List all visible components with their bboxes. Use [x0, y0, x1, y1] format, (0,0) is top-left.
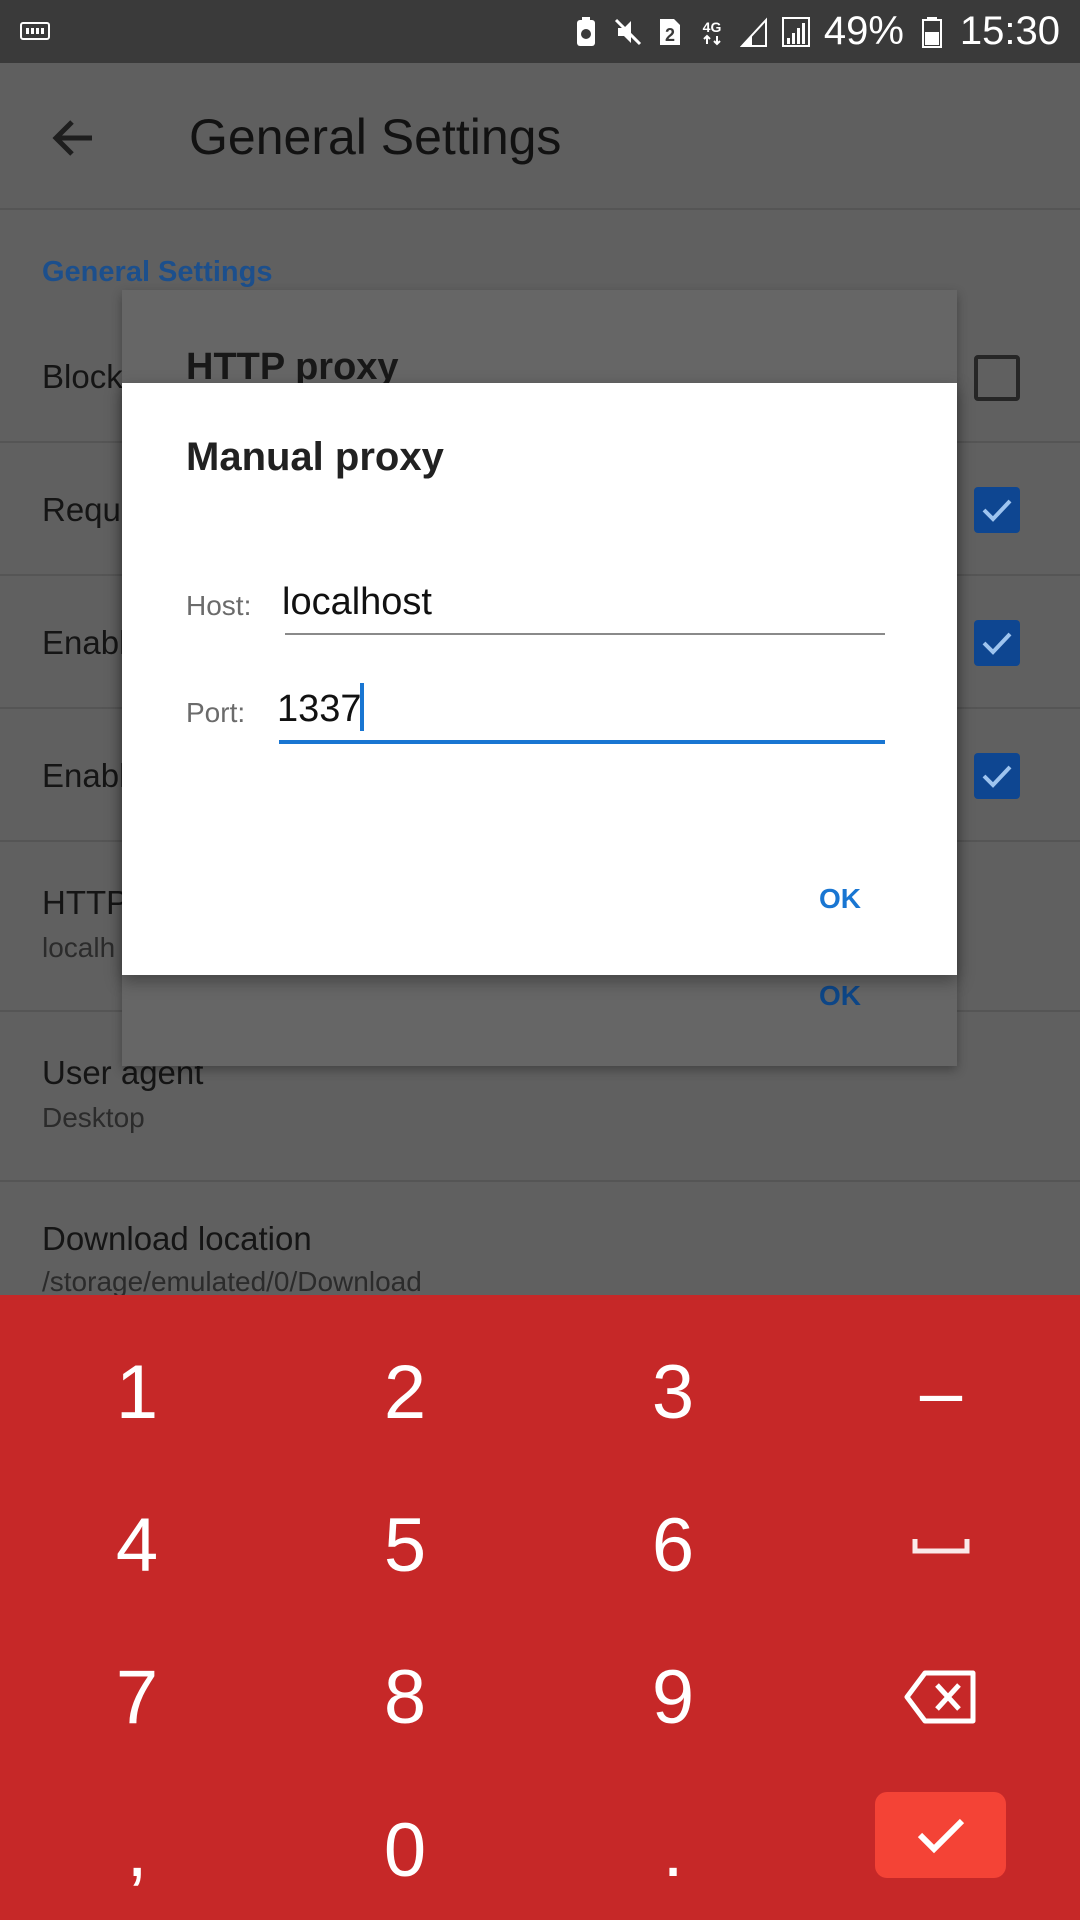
key-1[interactable]: 1 [3, 1317, 271, 1467]
row-subtitle: Desktop [42, 1102, 145, 1133]
row-title: Enabl [42, 757, 127, 794]
check-icon [982, 765, 1012, 788]
port-label: Port: [186, 697, 246, 728]
host-underline [285, 633, 885, 635]
numeric-keypad: 1 2 3 – 4 5 6 7 8 9 , 0 . [0, 1295, 1080, 1920]
key-9[interactable]: 9 [539, 1622, 807, 1772]
ok-button[interactable]: OK [819, 883, 861, 915]
signal-icon [739, 16, 768, 48]
page-title: General Settings [189, 109, 562, 165]
key-6[interactable]: 6 [539, 1470, 807, 1620]
space-icon [912, 1539, 970, 1554]
key-comma[interactable]: , [3, 1775, 271, 1920]
done-button[interactable] [875, 1792, 1006, 1878]
dialog-title: Manual proxy [186, 435, 444, 479]
4g-data-icon: 4G [698, 16, 726, 48]
checkbox-checked[interactable] [974, 753, 1020, 799]
row-subtitle: /storage/emulated/0/Download [42, 1266, 422, 1297]
row-subtitle: localh [42, 932, 116, 963]
host-label: Host: [186, 590, 252, 621]
check-icon [982, 499, 1012, 522]
sim-2-icon: 2 [656, 16, 684, 48]
check-icon [917, 1818, 964, 1854]
svg-text:2: 2 [665, 25, 675, 45]
host-input[interactable] [282, 578, 882, 626]
arrow-back-icon[interactable] [48, 113, 98, 163]
status-icons: 2 4G 49% 15:30 [572, 0, 1060, 63]
key-3[interactable]: 3 [539, 1317, 807, 1467]
manual-proxy-dialog: Manual proxy Host: Port: OK [122, 383, 957, 975]
key-backspace[interactable] [807, 1622, 1075, 1772]
key-7[interactable]: 7 [3, 1622, 271, 1772]
check-icon [982, 632, 1012, 655]
battery-icon [918, 16, 946, 48]
settings-row-download-location[interactable]: Download location /storage/emulated/0/Do… [0, 1182, 1080, 1297]
section-title: General Settings [42, 256, 273, 288]
port-input[interactable] [277, 685, 882, 733]
battery-percent: 49% [823, 9, 904, 53]
backspace-icon [904, 1670, 976, 1724]
text-cursor [360, 683, 364, 731]
battery-saver-icon [572, 16, 600, 48]
key-4[interactable]: 4 [3, 1470, 271, 1620]
key-0[interactable]: 0 [271, 1775, 539, 1920]
ok-button[interactable]: OK [819, 980, 861, 1012]
status-bar: 2 4G 49% 15:30 [0, 0, 1080, 63]
keyboard-icon [20, 22, 50, 40]
row-title: Download location [42, 1220, 312, 1257]
row-title: Block [42, 358, 123, 395]
key-space[interactable] [807, 1470, 1075, 1620]
key-2[interactable]: 2 [271, 1317, 539, 1467]
key-8[interactable]: 8 [271, 1622, 539, 1772]
key-minus[interactable]: – [807, 1317, 1075, 1467]
checkbox-checked[interactable] [974, 620, 1020, 666]
svg-text:4G: 4G [702, 19, 721, 35]
app-bar: General Settings [0, 63, 1080, 210]
key-5[interactable]: 5 [271, 1470, 539, 1620]
checkbox[interactable] [974, 355, 1020, 401]
clock: 15:30 [959, 9, 1060, 53]
row-title: HTTP [42, 884, 129, 921]
key-period[interactable]: . [539, 1775, 807, 1920]
row-title: Enabl [42, 624, 127, 661]
mute-icon [614, 16, 642, 48]
checkbox-checked[interactable] [974, 487, 1020, 533]
signal-icon [781, 16, 810, 48]
port-underline [279, 740, 885, 744]
